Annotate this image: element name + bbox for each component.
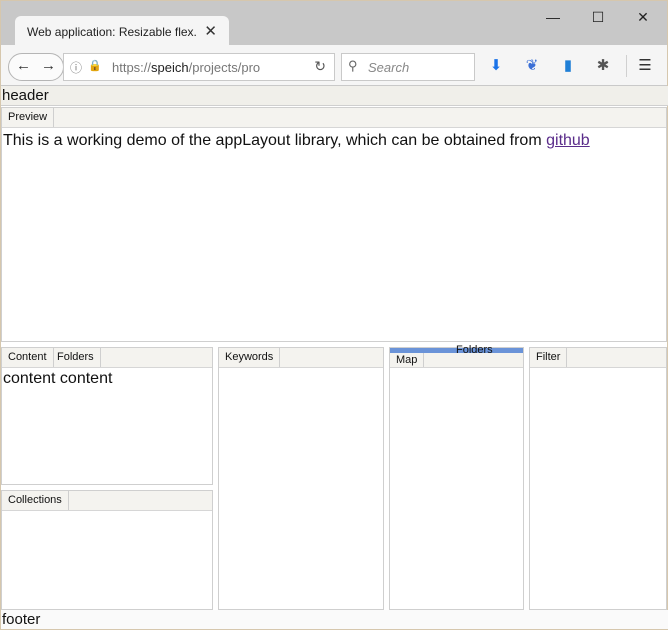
tab-content[interactable]: Content — [2, 348, 54, 367]
nav-toolbar: ← → ⓘ 🔒 https://speich/projects/pro ↻ ⚲ … — [1, 45, 667, 86]
content-tabs: Content Folders — [2, 348, 212, 368]
reload-button[interactable]: ↻ — [314, 58, 326, 75]
tab-preview[interactable]: Preview — [2, 108, 55, 127]
page-header: header — [1, 86, 668, 106]
tab-map[interactable]: Map — [390, 353, 425, 367]
search-bar[interactable]: ⚲ Search — [341, 53, 475, 81]
download-icon[interactable]: ⬇ — [486, 56, 506, 76]
back-button[interactable]: ← — [16, 57, 31, 74]
page-footer: footer — [1, 610, 668, 629]
collections-panel: Collections — [1, 490, 213, 610]
keywords-tabs: Keywords — [219, 348, 383, 368]
title-bar: Web application: Resizable flex... ✕ — ☐… — [1, 1, 667, 46]
database-icon[interactable]: ▮ — [558, 56, 578, 76]
github-link[interactable]: github — [546, 132, 590, 149]
tab-keywords[interactable]: Keywords — [219, 348, 281, 367]
content-text: content content — [3, 370, 113, 387]
bug-icon[interactable]: ✱ — [593, 56, 613, 76]
maximize-button[interactable]: ☐ — [576, 7, 620, 31]
tab-folders[interactable]: Folders — [51, 348, 101, 367]
url-bar[interactable]: ⓘ 🔒 https://speich/projects/pro ↻ — [63, 53, 335, 81]
nav-buttons: ← → — [8, 53, 64, 81]
preview-panel: Preview This is a working demo of the ap… — [1, 107, 667, 342]
forward-button[interactable]: → — [41, 57, 56, 74]
map-tabs: Map — [390, 353, 523, 368]
filter-tabs: Filter — [530, 348, 666, 368]
map-panel: Folders Map — [389, 344, 524, 610]
preview-tabs: Preview — [2, 108, 666, 128]
tab-title: Web application: Resizable flex... — [27, 25, 197, 39]
info-icon[interactable]: ⓘ — [70, 59, 82, 76]
close-window-button[interactable]: ✕ — [621, 7, 665, 31]
minimize-button[interactable]: — — [531, 7, 575, 31]
extension-icon[interactable]: ❦ — [522, 56, 542, 76]
keywords-panel: Keywords — [218, 347, 384, 610]
page-content: header Preview This is a working demo of… — [1, 86, 668, 629]
toolbar-divider — [626, 55, 627, 77]
tab-close-icon[interactable]: ✕ — [204, 22, 217, 40]
browser-window: Web application: Resizable flex... ✕ — ☐… — [1, 1, 668, 629]
filter-panel: Filter — [529, 347, 667, 610]
menu-icon[interactable]: ☰ — [635, 56, 655, 76]
content-panel: Content Folders content content — [1, 347, 213, 485]
search-icon: ⚲ — [348, 58, 358, 73]
browser-tab[interactable]: Web application: Resizable flex... ✕ — [15, 16, 229, 46]
collections-tabs: Collections — [2, 491, 212, 511]
tab-filter[interactable]: Filter — [530, 348, 568, 367]
tab-collections[interactable]: Collections — [2, 491, 69, 510]
insecure-lock-icon[interactable]: 🔒 — [88, 59, 102, 72]
search-placeholder: Search — [368, 60, 410, 75]
url-text[interactable]: https://speich/projects/pro — [112, 60, 292, 75]
preview-text: This is a working demo of the appLayout … — [3, 132, 590, 149]
